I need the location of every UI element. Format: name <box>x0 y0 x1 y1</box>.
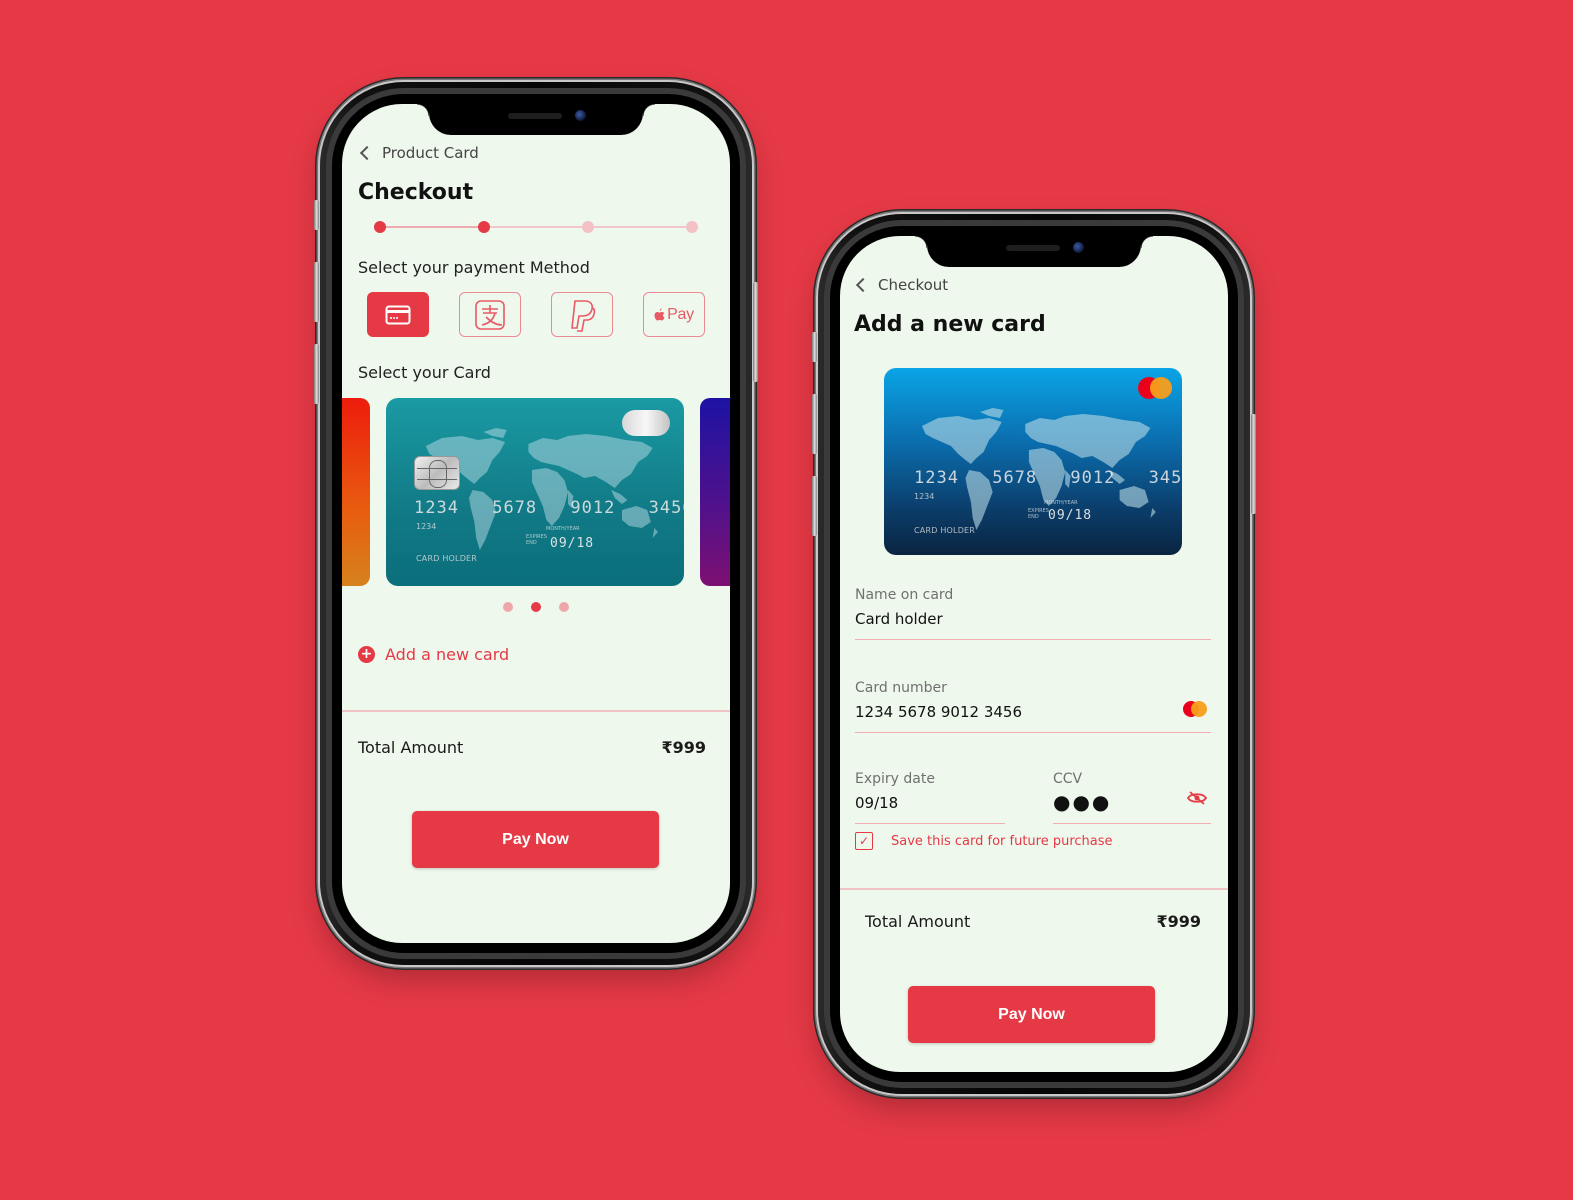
payment-method-heading: Select your payment Method <box>358 258 590 277</box>
power-button <box>753 282 758 382</box>
mastercard-icon <box>1138 377 1172 399</box>
card-number: 1234 5678 9012 3456 <box>414 498 684 518</box>
card-small-number: 1234 <box>416 522 437 531</box>
add-card-label: Add a new card <box>385 645 510 664</box>
payment-method-alipay[interactable] <box>459 292 521 337</box>
volume-up-button <box>314 262 319 322</box>
total-label: Total Amount <box>358 738 464 757</box>
mastercard-icon <box>1183 701 1207 717</box>
notch <box>915 236 1153 267</box>
volume-down-button <box>314 344 319 404</box>
stepper-progress <box>380 226 484 228</box>
card-expiry: 09/18 <box>1048 508 1093 523</box>
total-label: Total Amount <box>865 912 971 931</box>
plus-circle-icon: + <box>358 646 375 663</box>
total-amount: ₹999 <box>1156 912 1201 931</box>
card-holder: CARD HOLDER <box>914 526 976 535</box>
speaker <box>508 113 562 119</box>
select-card-heading: Select your Card <box>358 363 491 382</box>
pay-now-button[interactable]: Pay Now <box>412 811 659 868</box>
ccv-input[interactable]: ●●● <box>1053 791 1211 824</box>
total-amount: ₹999 <box>661 738 706 757</box>
back-label: Product Card <box>382 144 479 162</box>
step-1 <box>374 221 386 233</box>
paypal-icon <box>571 299 596 332</box>
card-expiry: 09/18 <box>550 536 595 551</box>
expiry-date-field: Expiry date 09/18 <box>855 771 1005 824</box>
name-on-card-input[interactable]: Card holder <box>855 610 1211 640</box>
card-small-number: 1234 <box>914 492 935 501</box>
save-card-checkbox[interactable]: ✓ <box>855 832 873 850</box>
phone-checkout: Product Card Checkout Select your paymen… <box>314 82 758 965</box>
screen-add-card: Checkout Add a new card 1234 5678 9012 3… <box>840 236 1228 1072</box>
ccv-label: CCV <box>1053 771 1083 787</box>
card-holder: CARD HOLDER <box>416 554 478 563</box>
valid-thru-label: MONTH/YEAR <box>1044 500 1078 506</box>
pager-dot-1[interactable] <box>503 602 513 612</box>
chevron-left-icon <box>359 145 375 161</box>
eye-off-icon[interactable] <box>1186 790 1208 807</box>
back-button[interactable]: Product Card <box>358 144 479 162</box>
notch <box>417 104 655 135</box>
card-selected[interactable]: 1234 5678 9012 3456 1234 EXPIRES END MON… <box>386 398 684 586</box>
camera <box>1073 242 1084 253</box>
card-preview: 1234 5678 9012 3456 1234 EXPIRES END MON… <box>884 368 1182 555</box>
chip-icon <box>414 456 460 490</box>
phone-add-card: Checkout Add a new card 1234 5678 9012 3… <box>812 214 1256 1094</box>
pager-dot-2[interactable] <box>531 602 541 612</box>
ccv-field: CCV ●●● <box>1053 771 1211 824</box>
mute-switch <box>812 332 817 362</box>
total-row: Total Amount ₹999 <box>358 738 706 757</box>
page-title: Checkout <box>358 180 474 205</box>
step-4 <box>686 221 698 233</box>
page-title: Add a new card <box>854 312 1046 337</box>
screen-checkout: Product Card Checkout Select your paymen… <box>342 104 730 943</box>
card-number-label: Card number <box>855 680 947 696</box>
back-label: Checkout <box>878 276 949 294</box>
divider <box>840 888 1228 890</box>
pager-dot-3[interactable] <box>559 602 569 612</box>
payment-method-apple-pay[interactable]: Pay <box>643 292 705 337</box>
hologram-icon <box>622 410 670 436</box>
payment-method-card[interactable] <box>367 292 429 337</box>
card-previous[interactable] <box>342 398 370 586</box>
valid-thru-label: MONTH/YEAR <box>546 526 580 532</box>
camera <box>575 110 586 121</box>
pay-now-button[interactable]: Pay Now <box>908 986 1155 1043</box>
name-on-card-label: Name on card <box>855 587 954 603</box>
step-2 <box>478 221 490 233</box>
step-3 <box>582 221 594 233</box>
card-number-field: Card number 1234 5678 9012 3456 <box>855 680 1211 733</box>
save-card-checkbox-row[interactable]: ✓ Save this card for future purchase <box>855 832 1113 850</box>
save-card-label: Save this card for future purchase <box>891 833 1113 849</box>
power-button <box>1251 414 1256 514</box>
card-next[interactable] <box>700 398 730 586</box>
chevron-left-icon <box>855 277 871 293</box>
alipay-icon <box>475 299 505 330</box>
credit-card-icon <box>385 305 411 324</box>
speaker <box>1006 245 1060 251</box>
expiry-date-label: Expiry date <box>855 771 935 787</box>
expiry-date-input[interactable]: 09/18 <box>855 794 1005 824</box>
name-on-card-field: Name on card Card holder <box>855 587 1211 640</box>
carousel-pager <box>503 602 569 612</box>
card-number-input[interactable]: 1234 5678 9012 3456 <box>855 701 1211 733</box>
progress-stepper <box>374 221 698 233</box>
back-button[interactable]: Checkout <box>854 276 948 294</box>
volume-down-button <box>812 476 817 536</box>
card-number: 1234 5678 9012 3456 <box>914 468 1182 488</box>
total-row: Total Amount ₹999 <box>865 912 1201 931</box>
payment-method-paypal[interactable] <box>551 292 613 337</box>
add-new-card-link[interactable]: + Add a new card <box>358 645 509 664</box>
mute-switch <box>314 200 319 230</box>
apple-pay-icon: Pay <box>654 306 694 324</box>
divider <box>342 710 730 712</box>
volume-up-button <box>812 394 817 454</box>
